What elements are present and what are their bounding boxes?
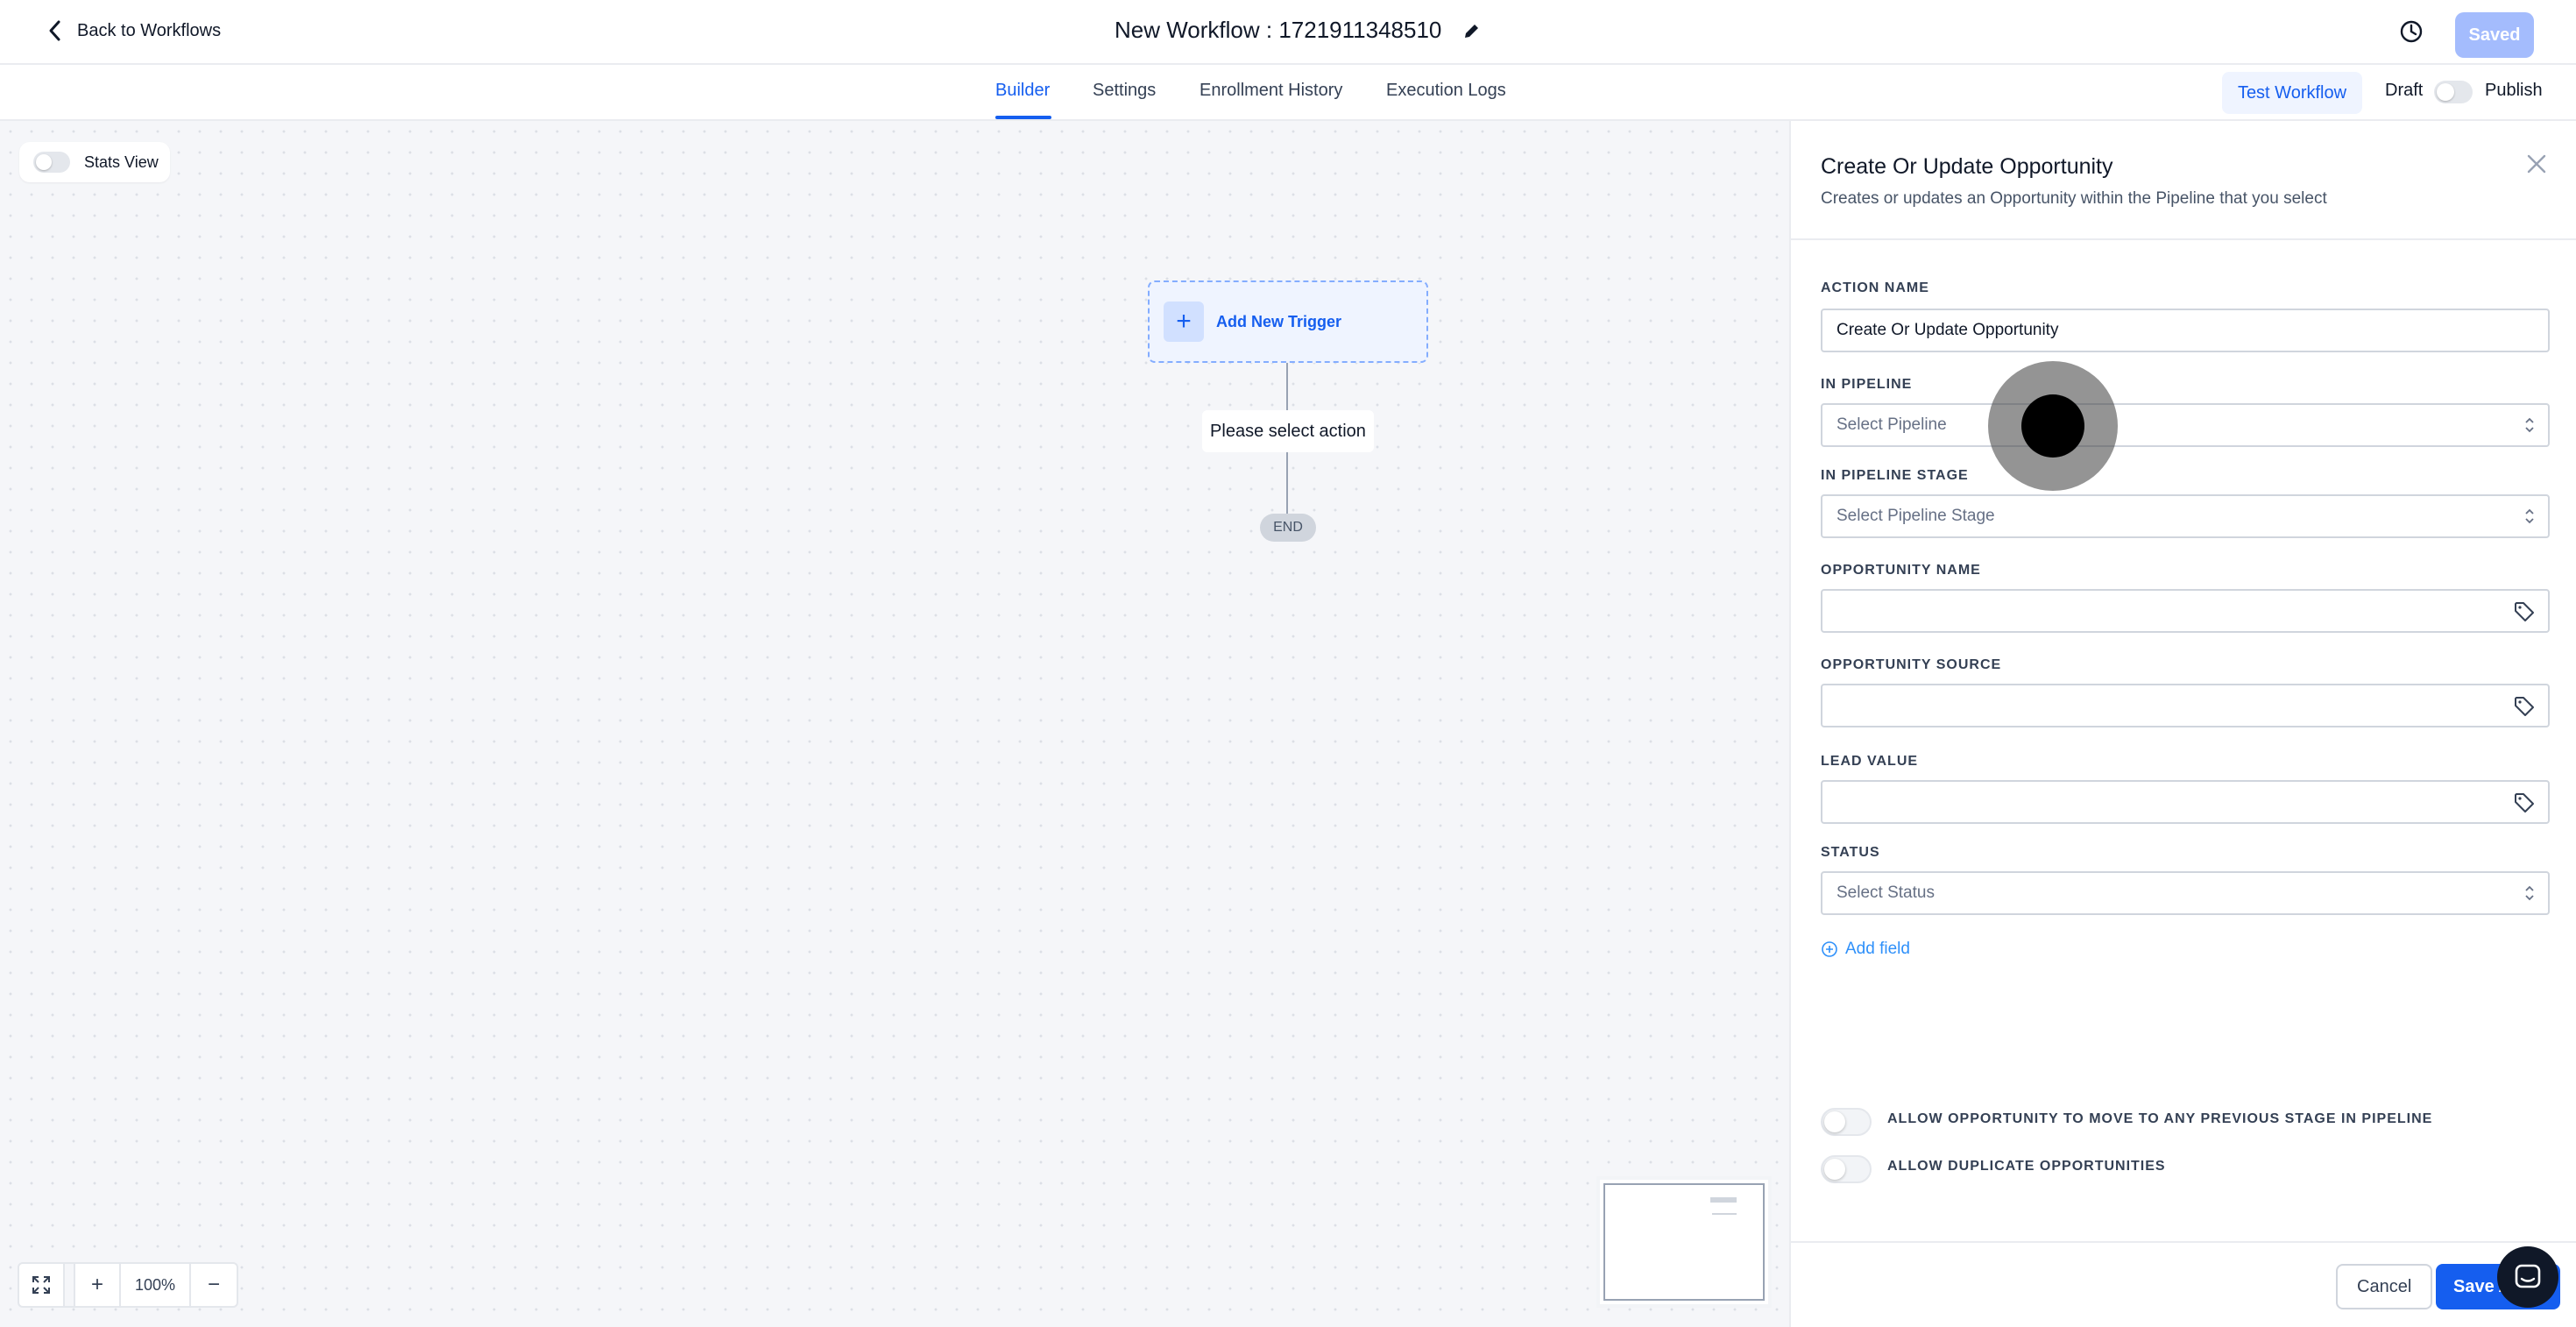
panel-footer: Cancel Save Action	[1791, 1241, 2576, 1327]
minimap-node	[1710, 1197, 1737, 1203]
close-icon[interactable]	[2525, 153, 2548, 175]
workflow-title-text: New Workflow : 1721911348510	[1115, 17, 1442, 43]
pipeline-stage-placeholder: Select Pipeline Stage	[1836, 507, 1995, 525]
saved-button[interactable]: Saved	[2455, 12, 2534, 58]
stats-view-toggle[interactable]	[33, 152, 70, 173]
publish-toggle[interactable]	[2434, 81, 2473, 103]
chevron-updown-icon	[2525, 885, 2534, 901]
status-select[interactable]: Select Status	[1821, 871, 2550, 915]
stats-view-control[interactable]: Stats View	[19, 142, 170, 182]
tab-bar: Builder Settings Enrollment History Exec…	[0, 65, 2576, 121]
toggle-knob	[1824, 1111, 1845, 1132]
tab-settings[interactable]: Settings	[1093, 81, 1156, 101]
cancel-button[interactable]: Cancel	[2336, 1264, 2433, 1309]
active-tab-indicator	[995, 116, 1051, 119]
add-field-label: Add field	[1845, 940, 1910, 958]
workflow-canvas[interactable]: Stats View + Add New Trigger Please sele…	[0, 121, 1789, 1327]
tab-builder[interactable]: Builder	[995, 81, 1050, 101]
tab-execution-logs[interactable]: Execution Logs	[1386, 81, 1506, 101]
chevron-updown-icon	[2525, 417, 2534, 433]
panel-title: Create Or Update Opportunity	[1821, 154, 2113, 179]
fit-view-button[interactable]	[19, 1264, 65, 1306]
connector-line	[1286, 452, 1288, 514]
chevron-left-icon	[49, 20, 60, 41]
zoom-controls: + 100% −	[18, 1262, 238, 1308]
opportunity-name-input[interactable]	[1821, 589, 2550, 633]
plus-circle-icon	[1822, 941, 1837, 957]
action-name-input[interactable]: Create Or Update Opportunity	[1821, 309, 2550, 352]
option-allow-previous-stage: ALLOW OPPORTUNITY TO MOVE TO ANY PREVIOU…	[1821, 1108, 2432, 1136]
plus-icon: +	[1164, 302, 1204, 342]
toggle-knob	[36, 154, 52, 170]
chat-icon	[2515, 1264, 2541, 1288]
back-label: Back to Workflows	[77, 20, 222, 40]
publish-label: Publish	[2485, 81, 2543, 100]
lead-value-input[interactable]	[1821, 780, 2550, 824]
opportunity-source-input[interactable]	[1821, 684, 2550, 727]
tab-enrollment-history[interactable]: Enrollment History	[1200, 81, 1342, 101]
chat-widget-button[interactable]	[2497, 1246, 2558, 1308]
workflow-title: New Workflow : 1721911348510	[1115, 17, 1482, 44]
opportunity-source-label: OPPORTUNITY SOURCE	[1821, 657, 2002, 672]
status-label: STATUS	[1821, 845, 1880, 860]
allow-previous-stage-toggle[interactable]	[1821, 1108, 1872, 1136]
top-header: Back to Workflows New Workflow : 1721911…	[0, 0, 2576, 65]
connector-line	[1286, 363, 1288, 410]
toggle-knob	[1824, 1159, 1845, 1180]
toggle-knob	[2437, 83, 2454, 101]
status-placeholder: Select Status	[1836, 883, 1935, 902]
action-name-label: ACTION NAME	[1821, 280, 1929, 295]
canvas-minimap[interactable]	[1596, 1176, 1772, 1308]
allow-duplicates-toggle[interactable]	[1821, 1155, 1872, 1183]
draft-label: Draft	[2385, 81, 2424, 100]
edit-pencil-icon[interactable]	[1462, 21, 1482, 40]
allow-duplicates-label: ALLOW DUPLICATE OPPORTUNITIES	[1887, 1159, 2166, 1174]
tag-icon[interactable]	[2513, 791, 2536, 814]
minimap-viewport	[1603, 1183, 1765, 1301]
back-to-workflows-link[interactable]: Back to Workflows	[46, 19, 221, 42]
zoom-in-button[interactable]: +	[75, 1264, 121, 1306]
option-allow-duplicates: ALLOW DUPLICATE OPPORTUNITIES	[1821, 1155, 2166, 1183]
allow-previous-stage-label: ALLOW OPPORTUNITY TO MOVE TO ANY PREVIOU…	[1887, 1111, 2433, 1126]
tag-icon[interactable]	[2513, 695, 2536, 718]
add-trigger-label: Add New Trigger	[1216, 312, 1342, 330]
pipeline-stage-select[interactable]: Select Pipeline Stage	[1821, 494, 2550, 538]
action-config-panel: Create Or Update Opportunity Creates or …	[1789, 121, 2576, 1327]
zoom-out-button[interactable]: −	[191, 1264, 237, 1306]
add-new-trigger-node[interactable]: + Add New Trigger	[1148, 280, 1428, 363]
pipeline-stage-label: IN PIPELINE STAGE	[1821, 468, 1969, 483]
end-node: END	[1260, 514, 1316, 542]
pipeline-select-placeholder: Select Pipeline	[1836, 415, 1947, 434]
minimap-node	[1712, 1213, 1737, 1215]
lead-value-label: LEAD VALUE	[1821, 754, 1919, 769]
history-icon[interactable]	[2397, 18, 2425, 46]
expand-icon	[32, 1276, 50, 1294]
test-workflow-button[interactable]: Test Workflow	[2222, 72, 2362, 114]
zoom-level: 100%	[121, 1264, 191, 1306]
stats-view-label: Stats View	[84, 153, 159, 171]
opportunity-name-label: OPPORTUNITY NAME	[1821, 563, 1981, 578]
tag-icon[interactable]	[2513, 600, 2536, 623]
chevron-updown-icon	[2525, 508, 2534, 524]
panel-header: Create Or Update Opportunity Creates or …	[1791, 121, 2576, 240]
select-action-node[interactable]: Please select action	[1202, 410, 1374, 452]
pipeline-select[interactable]: Select Pipeline	[1821, 403, 2550, 447]
pipeline-label: IN PIPELINE	[1821, 377, 1913, 392]
zoom-controls-gap	[65, 1264, 75, 1306]
add-field-link[interactable]: Add field	[1821, 940, 1910, 959]
panel-description: Creates or updates an Opportunity within…	[1821, 189, 2327, 208]
click-indicator-dot	[2021, 394, 2084, 458]
